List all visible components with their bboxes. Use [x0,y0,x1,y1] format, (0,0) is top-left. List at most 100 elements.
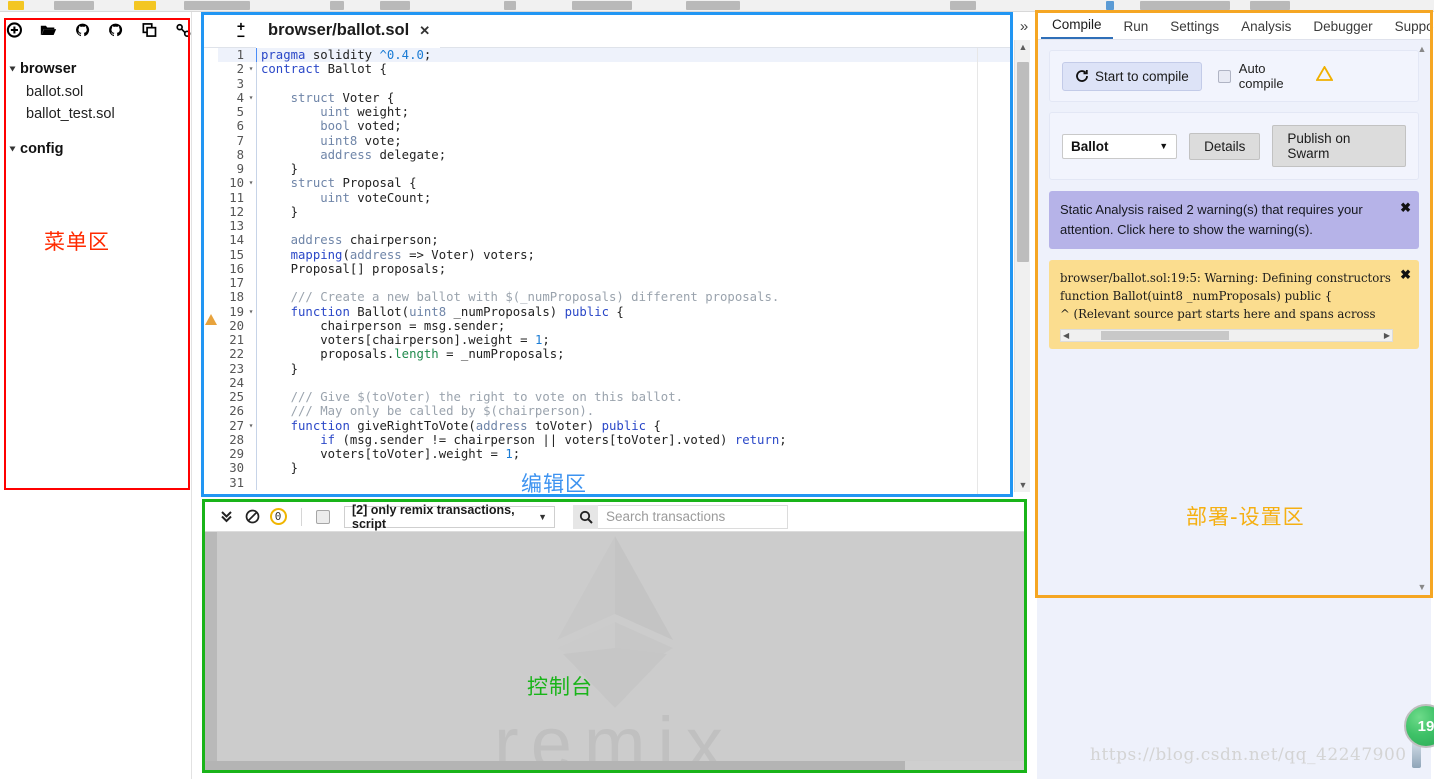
code-line[interactable]: 25 /// Give $(toVoter) the right to vote… [218,390,1010,405]
auto-compile-checkbox[interactable] [1217,69,1231,83]
close-icon[interactable]: ✖ [1400,198,1411,218]
collapse-right-panel-button[interactable]: » [1015,16,1033,38]
fold-toggle-icon[interactable] [246,276,256,290]
listen-network-checkbox[interactable] [316,509,330,524]
fold-toggle-icon[interactable] [246,461,256,475]
tree-folder-browser[interactable]: browser [0,57,192,81]
code-area[interactable]: 1 pragma solidity ^0.4.0; 2 ▾ contract Ballo… [204,48,1010,495]
code-line[interactable]: 18 /// Create a new ballot with $(_numPr… [218,290,1010,305]
code-line[interactable]: 28 if (msg.sender != chairperson || vote… [218,432,1010,447]
code-line[interactable]: 19 ▾ function Ballot(uint8 _numProposals)… [218,304,1010,319]
code-line[interactable]: 23 } [218,361,1010,376]
fold-toggle-icon[interactable] [246,105,256,119]
code-line[interactable]: 10 ▾ struct Proposal { [218,176,1010,191]
fold-toggle-icon[interactable]: ▾ [246,305,256,319]
code-line[interactable]: 29 voters[toVoter].weight = 1; [218,447,1010,462]
code-line[interactable]: 3 [218,76,1010,91]
compiler-warning-alert[interactable]: browser/ballot.sol:19:5: Warning: Defini… [1049,260,1419,349]
code-line[interactable]: 7 uint8 vote; [218,133,1010,148]
publish-gist-icon[interactable] [74,21,91,39]
create-file-icon[interactable] [6,21,23,39]
editor-tab-ballot-sol[interactable]: browser/ballot.sol ✕ [256,13,441,48]
close-icon[interactable]: ✕ [419,23,430,39]
code-line[interactable]: 21 voters[chairperson].weight = 1; [218,333,1010,348]
terminal-output-area[interactable]: remix [205,532,1024,770]
fold-toggle-icon[interactable]: ▾ [246,91,256,105]
code-line[interactable]: 1 pragma solidity ^0.4.0; [218,48,1010,63]
fold-toggle-icon[interactable] [246,162,256,176]
code-line[interactable]: 15 mapping(address => Voter) voters; [218,247,1010,262]
scroll-down-arrow-icon[interactable]: ▼ [1015,478,1031,492]
publish-on-swarm-button[interactable]: Publish on Swarm [1272,125,1406,167]
tab-settings[interactable]: Settings [1159,15,1230,39]
code-line[interactable]: 20 chairperson = msg.sender; [218,318,1010,333]
fold-toggle-icon[interactable] [246,476,256,490]
fold-toggle-icon[interactable] [246,447,256,461]
fold-toggle-icon[interactable] [246,347,256,361]
fold-toggle-icon[interactable] [246,433,256,447]
fold-toggle-icon[interactable] [246,376,256,390]
code-line[interactable]: 31 [218,475,1010,490]
code-line[interactable]: 4 ▾ struct Voter { [218,90,1010,105]
compile-warning-icon[interactable] [1315,65,1334,86]
tree-file-ballot-test-sol[interactable]: ballot_test.sol [0,103,192,125]
code-line[interactable]: 13 [218,219,1010,234]
code-line[interactable]: 14 address chairperson; [218,233,1010,248]
editor-vertical-scrollbar[interactable]: ▲ ▼ [1014,40,1030,492]
toggle-terminal-icon[interactable] [213,503,239,531]
code-line[interactable]: 11 uint voteCount; [218,190,1010,205]
pending-transactions-badge[interactable]: 0 [265,503,291,531]
scrollbar-thumb[interactable] [205,761,905,770]
start-to-compile-button[interactable]: Start to compile [1062,61,1202,91]
fold-toggle-icon[interactable]: ▾ [246,62,256,76]
fold-toggle-icon[interactable]: ▾ [246,419,256,433]
terminal-horizontal-scrollbar[interactable] [205,761,1024,770]
fold-toggle-icon[interactable] [246,248,256,262]
close-icon[interactable]: ✖ [1400,267,1411,283]
contract-select[interactable]: Ballot ▼ [1062,133,1178,159]
scroll-up-arrow-icon[interactable]: ▲ [1416,44,1428,54]
transaction-filter-select[interactable]: [2] only remix transactions, script ▼ [344,503,555,531]
tab-run[interactable]: Run [1113,15,1160,39]
scroll-up-arrow-icon[interactable]: ▲ [1015,40,1031,54]
code-line[interactable]: 5 uint weight; [218,105,1010,120]
tree-folder-config[interactable]: config [0,137,192,161]
code-line[interactable]: 27 ▾ function giveRightToVote(address toV… [218,418,1010,433]
code-line[interactable]: 16 Proposal[] proposals; [218,261,1010,276]
copy-files-icon[interactable] [141,21,158,39]
open-folder-icon[interactable] [40,21,57,39]
fold-toggle-icon[interactable] [246,233,256,247]
code-line[interactable]: 17 [218,276,1010,291]
fold-toggle-icon[interactable] [246,134,256,148]
code-line[interactable]: 26 /// May only be called by $(chairpers… [218,404,1010,419]
tab-compile[interactable]: Compile [1041,13,1113,39]
scrollbar-thumb[interactable] [1017,62,1029,262]
code-line[interactable]: 6 bool voted; [218,119,1010,134]
code-line[interactable]: 24 [218,375,1010,390]
fold-toggle-icon[interactable] [246,390,256,404]
fold-toggle-icon[interactable] [246,362,256,376]
code-line[interactable]: 8 address delegate; [218,147,1010,162]
tab-analysis[interactable]: Analysis [1230,15,1302,39]
fold-toggle-icon[interactable] [246,262,256,276]
code-line[interactable]: 30 } [218,461,1010,476]
scrollbar-thumb[interactable] [1101,331,1229,340]
fold-toggle-icon[interactable] [246,191,256,205]
zoom-out-button[interactable]: − [237,29,245,43]
connect-localhost-icon[interactable] [175,21,192,39]
tab-support[interactable]: Support [1384,15,1434,39]
search-input[interactable] [598,504,788,529]
scroll-left-arrow-icon[interactable]: ◀ [1063,331,1069,340]
warning-horizontal-scrollbar[interactable]: ◀ ▶ [1060,329,1393,342]
scroll-right-arrow-icon[interactable]: ▶ [1384,331,1390,340]
fold-toggle-icon[interactable] [246,404,256,418]
code-line[interactable]: 9 } [218,162,1010,177]
search-icon[interactable] [573,504,598,529]
clear-console-icon[interactable] [239,503,265,531]
fold-toggle-icon[interactable] [246,219,256,233]
code-line[interactable]: 12 } [218,204,1010,219]
code-line[interactable]: 22 proposals.length = _numProposals; [218,347,1010,362]
copy-gist-icon[interactable] [107,21,124,39]
fold-toggle-icon[interactable] [246,48,256,62]
details-button[interactable]: Details [1189,132,1261,160]
